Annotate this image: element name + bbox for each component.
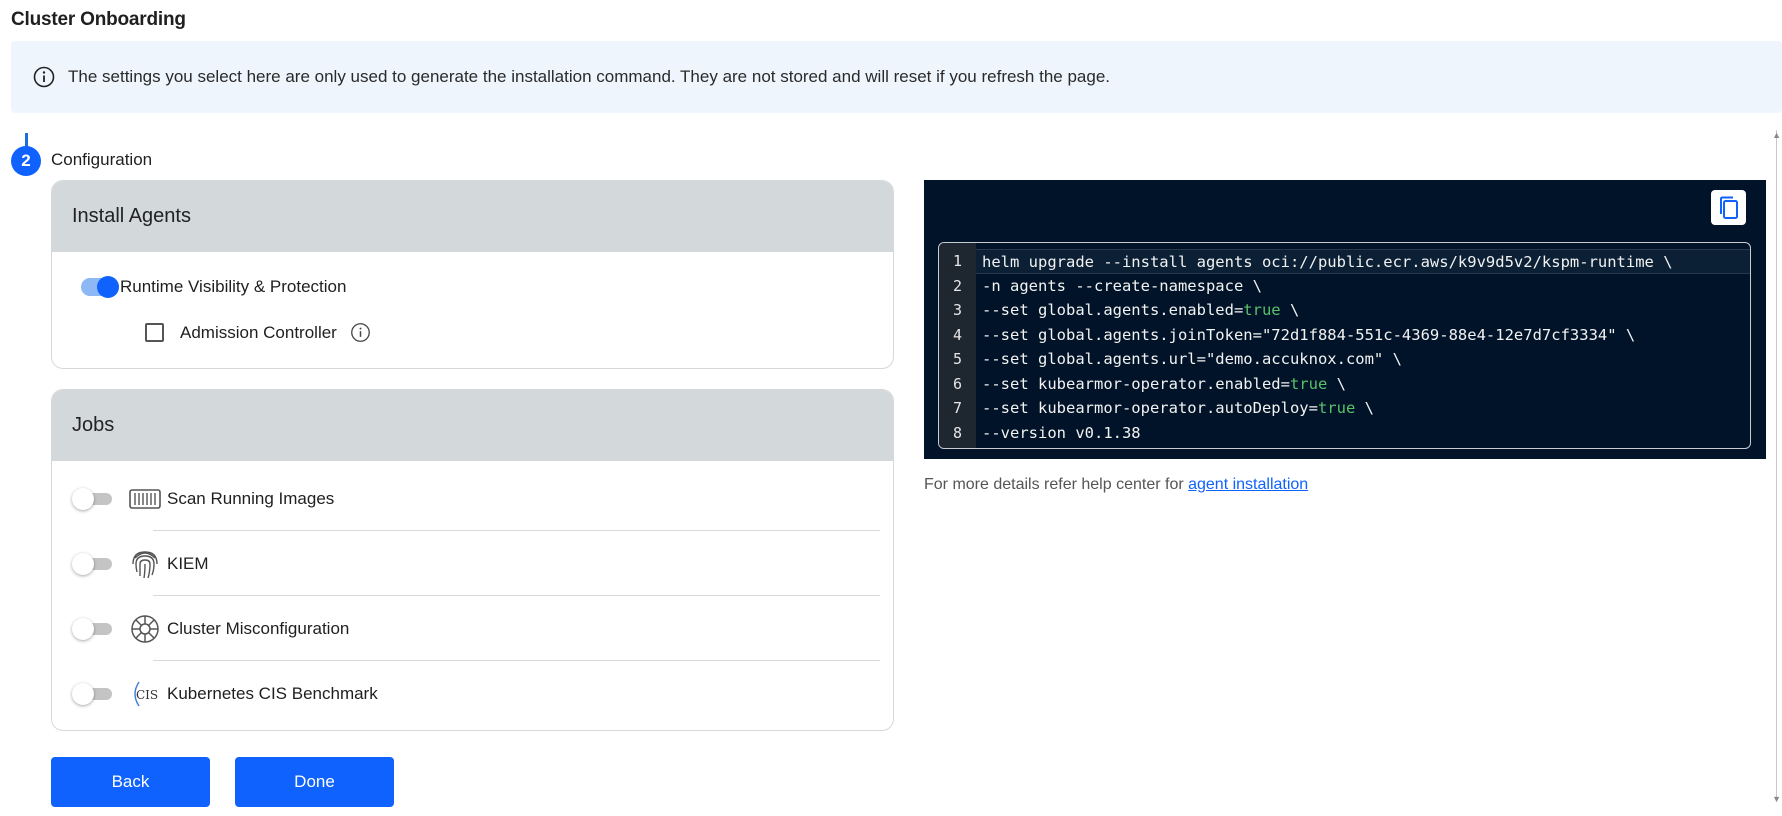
- install-agents-title: Install Agents: [52, 181, 893, 252]
- done-button[interactable]: Done: [235, 757, 394, 807]
- help-text: For more details refer help center for a…: [924, 476, 1308, 494]
- code-line: --set global.agents.joinToken="72d1f884-…: [982, 325, 1636, 344]
- code-block[interactable]: 1 2 3 4 5 6 7 8 helm upgrade --install a…: [938, 242, 1751, 449]
- job-row-scan-running-images: Scan Running Images: [72, 466, 875, 531]
- job-label: Scan Running Images: [167, 488, 335, 508]
- step-label: Configuration: [51, 150, 153, 169]
- line-number: 7: [952, 399, 963, 417]
- scan-running-images-toggle[interactable]: [72, 487, 112, 510]
- scrollbar[interactable]: [1776, 130, 1782, 800]
- copy-button[interactable]: [1711, 190, 1746, 225]
- kubernetes-cis-benchmark-toggle[interactable]: [72, 682, 112, 705]
- info-banner-text: The settings you select here are only us…: [68, 67, 1111, 86]
- code-line: --set global.agents.url="demo.accuknox.c…: [982, 350, 1402, 368]
- jobs-card: Jobs Scan Running Images KIEM Cluster Mi…: [51, 389, 894, 731]
- page-title: Cluster Onboarding: [11, 9, 186, 30]
- info-circle-icon: [33, 66, 55, 88]
- code-line: --set kubearmor-operator.enabled=true \: [982, 374, 1346, 393]
- back-button[interactable]: Back: [51, 757, 210, 807]
- line-number: 6: [952, 374, 963, 393]
- line-number: 5: [952, 350, 963, 368]
- runtime-visibility-toggle[interactable]: [81, 276, 119, 298]
- container-icon: [128, 482, 162, 516]
- code-line: --set global.agents.enabled=true \: [982, 301, 1300, 319]
- line-number: 3: [952, 301, 963, 319]
- job-row-kiem: KIEM: [72, 531, 875, 596]
- step-connector: [25, 133, 28, 147]
- code-line: --version v0.1.38: [982, 423, 1141, 442]
- copy-icon: [1719, 196, 1738, 219]
- info-banner: The settings you select here are only us…: [11, 41, 1782, 113]
- scroll-up-icon[interactable]: ▲: [1772, 130, 1781, 140]
- line-number: 8: [952, 423, 963, 442]
- agent-installation-link[interactable]: agent installation: [1188, 476, 1308, 493]
- code-line: --set kubearmor-operator.autoDeploy=true…: [982, 399, 1374, 417]
- job-label: Cluster Misconfiguration: [167, 618, 350, 638]
- install-agents-card: Install Agents Runtime Visibility & Prot…: [51, 180, 894, 369]
- line-number-gutter: 1 2 3 4 5 6 7 8: [939, 243, 976, 448]
- admission-controller-label: Admission Controller: [180, 322, 337, 342]
- job-label: KIEM: [167, 553, 209, 573]
- install-command-panel: 1 2 3 4 5 6 7 8 helm upgrade --install a…: [924, 180, 1766, 459]
- svg-text:CIS: CIS: [136, 688, 158, 702]
- kiem-toggle[interactable]: [72, 552, 112, 575]
- line-number: 2: [952, 276, 963, 295]
- helm-wheel-icon: [128, 612, 162, 646]
- admission-controller-checkbox[interactable]: [145, 323, 164, 342]
- job-label: Kubernetes CIS Benchmark: [167, 683, 378, 703]
- code-line: -n agents --create-namespace \: [982, 276, 1262, 295]
- info-circle-icon[interactable]: [350, 322, 371, 343]
- code-lines: helm upgrade --install agents oci://publ…: [976, 243, 1750, 448]
- cluster-misconfiguration-toggle[interactable]: [72, 617, 112, 640]
- fingerprint-icon: [128, 547, 162, 581]
- scroll-down-icon[interactable]: ▼: [1772, 794, 1781, 804]
- job-row-cluster-misconfiguration: Cluster Misconfiguration: [72, 596, 875, 661]
- admission-controller-row: Admission Controller: [145, 322, 371, 343]
- line-number: 1: [952, 252, 963, 270]
- code-line: helm upgrade --install agents oci://publ…: [976, 249, 1750, 274]
- jobs-title: Jobs: [52, 390, 893, 461]
- step-badge: 2: [11, 146, 41, 176]
- line-number: 4: [952, 325, 963, 344]
- cis-logo-icon: CIS: [128, 677, 162, 711]
- runtime-visibility-label: Runtime Visibility & Protection: [120, 277, 347, 296]
- runtime-visibility-row: Runtime Visibility & Protection: [81, 276, 347, 298]
- help-text-prefix: For more details refer help center for: [924, 476, 1189, 493]
- job-row-kubernetes-cis-benchmark: CIS Kubernetes CIS Benchmark: [72, 661, 875, 726]
